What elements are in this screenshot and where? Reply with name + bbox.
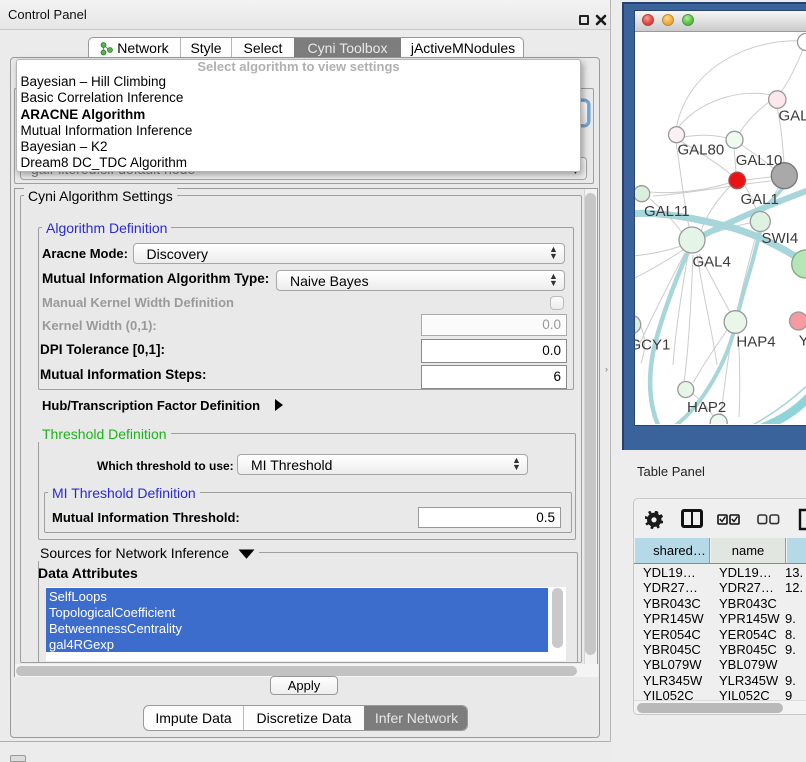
svg-text:GAL1: GAL1 [741, 191, 779, 208]
svg-text:Y: Y [799, 333, 806, 350]
svg-text:HAP2: HAP2 [687, 399, 726, 416]
svg-text:GAL4: GAL4 [693, 254, 731, 271]
svg-text:SWI4: SWI4 [762, 230, 799, 247]
svg-text:HAP4: HAP4 [736, 334, 775, 351]
svg-text:GAL80: GAL80 [678, 142, 725, 159]
svg-text:GAL10: GAL10 [736, 152, 783, 169]
svg-text:GAL2: GAL2 [779, 108, 806, 125]
svg-text:GAL11: GAL11 [644, 203, 690, 220]
svg-text:GCY1: GCY1 [635, 337, 670, 354]
